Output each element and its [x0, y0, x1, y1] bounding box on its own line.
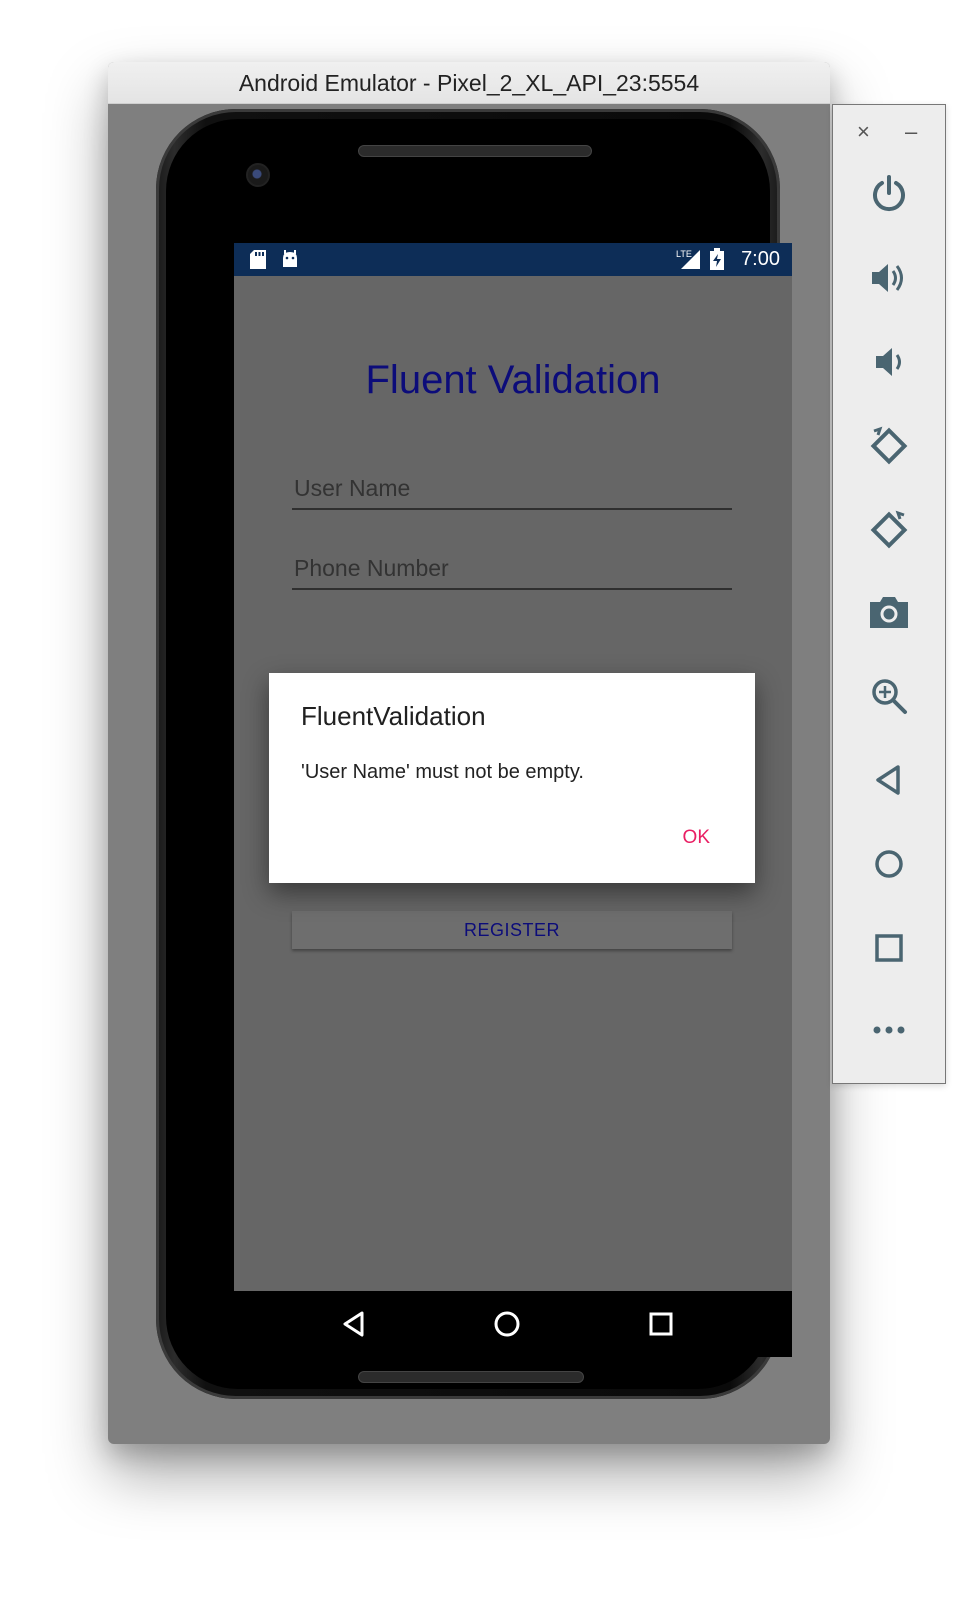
rotate-right-icon[interactable] [866, 507, 912, 553]
alert-dialog: FluentValidation 'User Name' must not be… [269, 673, 755, 883]
minimize-icon[interactable]: – [905, 119, 917, 145]
android-debug-icon [281, 250, 299, 275]
rotate-left-icon[interactable] [866, 423, 912, 469]
window-title: Android Emulator - Pixel_2_XL_API_23:555… [108, 62, 830, 104]
page-title: Fluent Validation [365, 358, 661, 402]
close-icon[interactable]: × [857, 119, 870, 145]
emulator-toolbar: × – [832, 104, 946, 1084]
volume-down-icon[interactable] [866, 339, 912, 385]
home-icon[interactable] [866, 841, 912, 887]
nav-home-icon[interactable] [491, 1308, 523, 1340]
volume-up-icon[interactable] [866, 255, 912, 301]
top-speaker [358, 145, 592, 157]
device-screen: LTE 7:00 Fluent Validation User Name Pho… [234, 243, 792, 1357]
navigation-bar [234, 1291, 792, 1357]
power-icon[interactable] [866, 171, 912, 217]
front-camera-icon [246, 163, 270, 187]
zoom-icon[interactable] [866, 673, 912, 719]
dialog-title: FluentValidation [301, 701, 486, 731]
status-time: 7:00 [741, 248, 780, 270]
more-icon[interactable] [866, 1007, 912, 1053]
lte-signal-icon: LTE [676, 247, 702, 277]
status-bar: LTE 7:00 [234, 243, 792, 276]
camera-icon[interactable] [866, 589, 912, 635]
bottom-speaker [358, 1371, 584, 1383]
dialog-message: 'User Name' must not be empty. [301, 761, 584, 783]
register-button[interactable]: REGISTER [292, 911, 732, 949]
dialog-ok-button[interactable]: OK [683, 827, 710, 849]
phone-number-field[interactable]: Phone Number [292, 548, 732, 590]
overview-icon[interactable] [866, 925, 912, 971]
battery-charging-icon [710, 248, 724, 276]
user-name-field[interactable]: User Name [292, 468, 732, 510]
nav-back-icon[interactable] [338, 1308, 370, 1340]
svg-text:LTE: LTE [676, 249, 692, 259]
emulator-window: Android Emulator - Pixel_2_XL_API_23:555… [108, 62, 830, 1444]
sd-card-icon [250, 250, 266, 275]
nav-overview-icon[interactable] [645, 1308, 677, 1340]
back-icon[interactable] [866, 757, 912, 803]
device-frame: LTE 7:00 Fluent Validation User Name Pho… [156, 109, 792, 1399]
